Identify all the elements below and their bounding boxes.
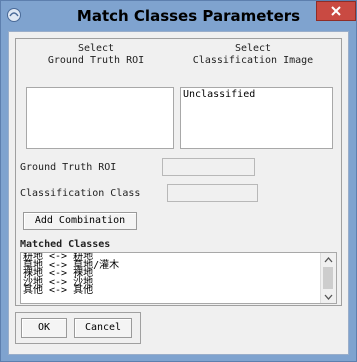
ok-button[interactable]: OK [21,318,67,338]
ground-truth-header-line1: Select [77,43,115,54]
ground-truth-roi-label: Ground Truth ROI [20,162,117,173]
classification-header-line2: Classification Image [192,55,314,66]
classification-class-field[interactable] [167,184,258,202]
close-icon [331,6,341,16]
idl-icon [7,8,21,22]
list-item[interactable]: Unclassified [181,88,332,101]
ground-truth-roi-list[interactable] [26,87,174,149]
dialog-client-area: Select Ground Truth ROI Select Classific… [8,31,349,355]
chevron-down-icon[interactable] [324,293,333,301]
window-title: Match Classes Parameters [76,7,301,25]
classification-header: Select Classification Image [178,43,328,67]
ground-truth-header-line2: Ground Truth ROI [47,55,145,66]
ground-truth-roi-field[interactable] [162,158,255,176]
dialog-window: Match Classes Parameters Select Ground T… [0,0,357,362]
add-combination-button[interactable]: Add Combination [23,212,137,230]
classification-image-list[interactable]: Unclassified [180,87,333,149]
matched-classes-list[interactable]: 耕地 <-> 耕地 草地 <-> 草地/灌木 裸地 <-> 裸地 沙地 <-> … [20,252,337,304]
classification-header-line1: Select [234,43,272,54]
ground-truth-header: Select Ground Truth ROI [26,43,166,67]
scrollbar-thumb[interactable] [323,267,333,289]
list-item[interactable]: 其他 <-> 其他 [21,286,336,296]
close-button[interactable] [316,1,356,21]
matched-classes-scrollbar[interactable] [320,253,336,303]
dialog-buttons-group: OK Cancel [15,312,141,344]
matched-classes-label: Matched Classes [20,239,111,250]
classification-class-label: Classification Class [20,188,141,199]
title-bar[interactable]: Match Classes Parameters [1,1,356,31]
cancel-button[interactable]: Cancel [74,318,132,338]
chevron-up-icon[interactable] [324,256,333,264]
parameters-panel: Select Ground Truth ROI Select Classific… [15,38,342,306]
